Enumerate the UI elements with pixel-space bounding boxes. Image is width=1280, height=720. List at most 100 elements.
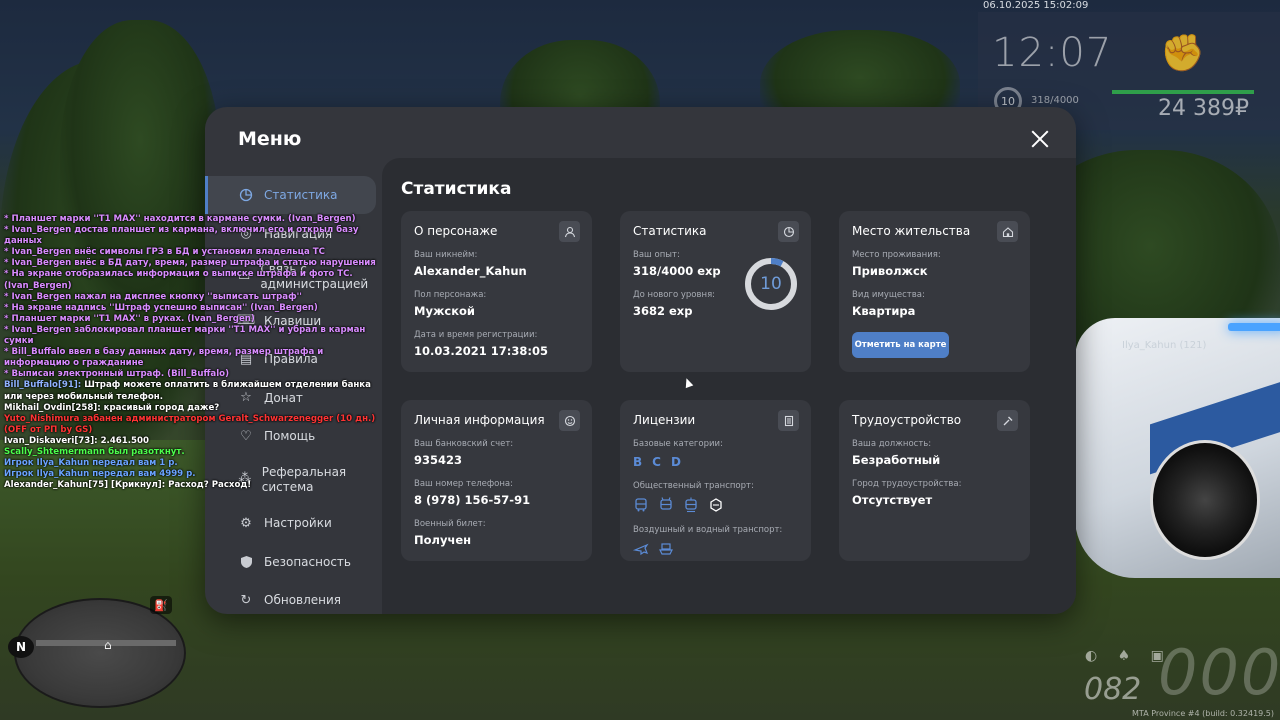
field-label: Ваш никнейм: (414, 250, 478, 260)
chat-line: * Ivan_Bergen внёс символы ГРЗ в БД и ус… (4, 247, 325, 258)
level-number: 10 (760, 274, 782, 294)
sidebar-item-security[interactable]: Безопасность (205, 543, 382, 581)
chat-line: * Ivan_Bergen достав планшет из кармана,… (4, 225, 359, 247)
north-icon: N (8, 636, 34, 658)
health-bar (1112, 90, 1254, 94)
minimap: ⌂ (14, 598, 186, 708)
sidebar-item-label: Обновления (264, 593, 342, 607)
air-water-transport-icons (633, 541, 798, 557)
phone-value: 8 (978) 156-57-91 (414, 493, 531, 507)
hammer-icon (997, 410, 1018, 431)
property-type-value: Квартира (852, 304, 916, 318)
public-transport-icons (633, 497, 798, 513)
chat-speaker: Bill_Buffalo[91]: (4, 380, 82, 391)
tram-icon (685, 497, 697, 513)
stats-card: Статистика Ваш опыт: 318/4000 exp До нов… (620, 211, 811, 372)
card-title: Лицензии (633, 413, 696, 427)
home-icon (997, 221, 1018, 242)
card-title: Личная информация (414, 413, 545, 427)
field-label: Воздушный и водный транспорт: (633, 525, 783, 535)
chat-line: Mikhail_Ovdin[258]: красивый город даже? (4, 402, 220, 413)
chat-line: * На экране отобразилась информация о вы… (4, 269, 353, 291)
position-value: Безработный (852, 453, 941, 467)
field-label: Ваша должность: (852, 439, 932, 449)
field-label: Военный билет: (414, 519, 486, 529)
chat-line: * Планшет марки ''T1 MAX'' находится в к… (4, 214, 356, 224)
chat-line: * Ivan_Bergen нажал на дисплее кнопку ''… (4, 291, 302, 302)
menu-title: Меню (238, 128, 302, 150)
chat-log: * Планшет марки ''T1 MAX'' находится в к… (4, 214, 382, 491)
card-title: О персонаже (414, 224, 498, 238)
statistics-panel: Статистика О персонаже Ваш никнейм: Alex… (382, 158, 1076, 614)
license-categories: B C D (633, 455, 798, 469)
pie-chart-icon (778, 221, 799, 242)
hud-money: 24 389₽ (1158, 96, 1249, 121)
field-label: Ваш банковский счет: (414, 439, 514, 449)
metro-icon (710, 498, 722, 512)
boat-icon (659, 543, 673, 555)
field-label: Ваш номер телефона: (414, 479, 513, 489)
chat-line: Bill_Buffalo[91]: Штраф можете оплатить … (4, 380, 382, 402)
chat-line: Игрок Ilya_Kahun передал вам 4999 р. (4, 469, 196, 480)
bank-account-value: 935423 (414, 453, 463, 467)
field-label: Дата и время регистрации: (414, 330, 538, 340)
sidebar-item-updates[interactable]: ↻ Обновления (205, 581, 382, 614)
license-category: C (652, 455, 661, 469)
registration-value: 10.03.2021 17:38:05 (414, 344, 548, 358)
military-id-value: Получен (414, 533, 472, 547)
speedometer: 000 (1158, 636, 1280, 709)
chat-line: * Bill_Buffalo ввел в базу данных дату, … (4, 347, 324, 369)
card-title: Статистика (633, 224, 707, 238)
sidebar-item-label: Настройки (264, 516, 332, 530)
license-category: B (633, 455, 643, 469)
chat-line: * Планшет марки ''T1 MAX'' в руках. (Iva… (4, 313, 255, 324)
gas-station-icon: ⛽ (150, 596, 172, 614)
employment-card: Трудоустройство Ваша должность: Безработ… (839, 400, 1030, 561)
user-icon (559, 221, 580, 242)
sidebar-item-statistics[interactable]: Статистика (205, 176, 376, 214)
hud-clock: 12:07 (992, 30, 1113, 76)
bus-icon (635, 498, 647, 512)
hud-datetime: 06.10.2025 15:02:09 (983, 0, 1089, 11)
residence-place-value: Приволжск (852, 264, 928, 278)
gender-value: Мужской (414, 304, 475, 318)
trolleybus-icon (660, 497, 672, 510)
id-card-icon (778, 410, 799, 431)
field-label: Базовые категории: (633, 439, 723, 449)
chat-line: Scally_Shtemermann был разоткнут. (4, 446, 185, 457)
chat-line: * Ivan_Bergen внёс в БД дату, время, раз… (4, 258, 376, 269)
chat-line: Alexander_Kahun[75] [Крикнул]: Расход? Р… (4, 480, 252, 491)
shield-icon (238, 554, 254, 570)
chat-line: * Ivan_Bergen заблокировал планшет марки… (4, 324, 366, 347)
page-title: Статистика (401, 179, 512, 199)
mark-on-map-button[interactable]: Отметить на карте (852, 332, 949, 358)
licenses-card: Лицензии Базовые категории: B C D Общест… (620, 400, 811, 561)
sidebar-item-settings[interactable]: ⚙ Настройки (205, 504, 382, 542)
field-label: Вид имущества: (852, 290, 925, 300)
close-icon[interactable] (1028, 127, 1052, 151)
sidebar-item-label: Статистика (264, 188, 338, 202)
npc-nametag: Ilya_Kahun (121) (1122, 340, 1207, 351)
fuel-readout: 082 (1084, 672, 1142, 707)
employment-city-value: Отсутствует (852, 493, 933, 507)
refresh-icon: ↻ (240, 592, 252, 608)
siren-light (1228, 323, 1280, 331)
chat-line: Yuto_Nishimura забанен администратором G… (4, 413, 376, 435)
field-label: Город трудоустройства: (852, 479, 962, 489)
player-marker-icon: ⌂ (104, 638, 112, 652)
personal-info-card: Личная информация Ваш банковский счет: 9… (401, 400, 592, 561)
build-info: MTA Province #4 (build: 0.32419.5) (1132, 709, 1274, 718)
card-title: Место жительства (852, 224, 971, 238)
chat-line: * На экране надпись ''Штраф успешно выпи… (4, 302, 318, 313)
residence-card: Место жительства Место проживания: Приво… (839, 211, 1030, 372)
hud-exp: 318/4000 (1031, 95, 1079, 106)
chat-line: Ivan_Diskaveri[73]: 2.461.500 (4, 435, 149, 446)
smile-icon (559, 410, 580, 431)
chat-line: Игрок Ilya_Kahun передал вам 1 р. (4, 458, 178, 469)
card-title: Трудоустройство (852, 413, 962, 427)
license-category: D (670, 455, 681, 469)
fist-icon: ✊ (1160, 33, 1205, 74)
pie-chart-icon (238, 187, 254, 203)
character-card: О персонаже Ваш никнейм: Alexander_Kahun… (401, 211, 592, 372)
field-label: Пол персонажа: (414, 290, 487, 300)
